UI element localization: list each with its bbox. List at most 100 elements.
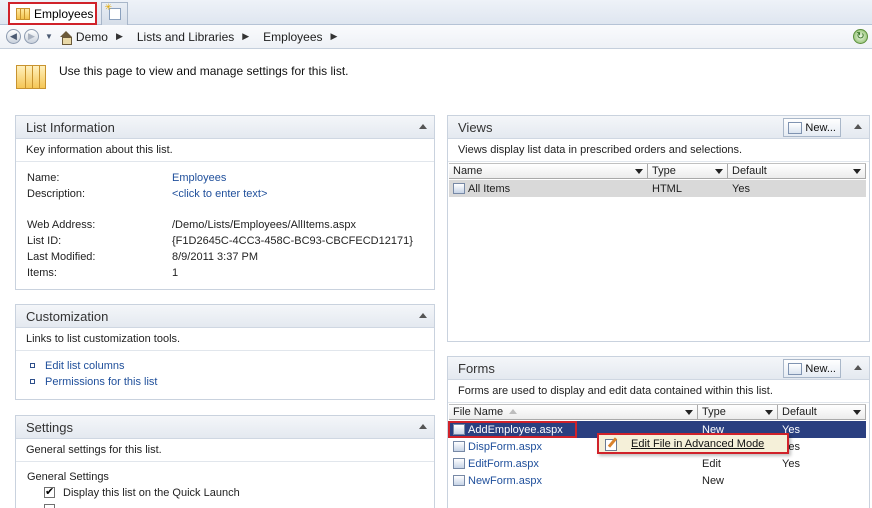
new-form-button[interactable]: New... [783,359,841,378]
panel-header: Views New... [448,116,869,139]
panel-title: Customization [26,308,109,324]
page-intro: Use this page to view and manage setting… [59,64,349,78]
chevron-right-icon[interactable]: ▶ [331,31,338,42]
panel-description: General settings for this list. [16,439,434,462]
highlight-box [8,2,97,25]
form-file-icon [453,440,465,452]
new-form-label: New... [805,362,836,375]
dropdown-icon[interactable] [715,169,723,174]
panel-title: List Information [26,119,115,135]
new-view-icon [788,121,803,134]
form-default: Yes [782,440,800,453]
breadcrumb-item-demo[interactable]: Demo [76,30,108,44]
form-default: Yes [782,423,800,436]
tab-employees[interactable]: Employees [8,2,97,25]
table-row[interactable]: All Items HTML Yes [449,180,866,197]
context-menu-label: Edit File in Advanced Mode [631,437,765,450]
collapse-icon[interactable] [419,313,427,318]
panel-title: Settings [26,419,73,435]
sort-up-icon [509,409,518,414]
column-header-type[interactable]: Type [698,405,778,419]
context-menu-edit-advanced[interactable]: Edit File in Advanced Mode [597,433,789,454]
chevron-right-icon[interactable]: ▶ [242,31,249,42]
dropdown-icon[interactable] [853,410,861,415]
collapse-icon[interactable] [419,424,427,429]
list-item[interactable]: Permissions for this list [30,376,157,388]
description-label: Description: [27,188,86,200]
dropdown-icon[interactable] [853,169,861,174]
panel-header: Settings [16,416,434,439]
view-icon [453,182,465,194]
panel-title: Views [458,119,493,135]
refresh-icon[interactable]: ↻ [853,29,868,44]
column-header-name[interactable]: Name [449,164,648,178]
view-default: Yes [732,182,750,195]
list-id-value: {F1D2645C-4CC3-458C-BC93-CBCFECD12171} [172,235,413,247]
view-type: HTML [652,182,682,195]
forms-grid-header: File Name Type Default [449,404,866,420]
column-header-default[interactable]: Default [778,405,866,419]
views-panel: Views New... Views display list data in … [447,115,870,342]
quick-launch-checkbox[interactable] [44,485,55,498]
panel-header: List Information [16,116,434,139]
settings-checkbox[interactable] [44,504,55,508]
permissions-link[interactable]: Permissions for this list [45,376,157,388]
panel-description: Views display list data in prescribed or… [448,139,869,162]
items-value: 1 [172,267,179,279]
history-dropdown-icon[interactable]: ▼ [45,32,53,41]
list-settings-icon [16,65,46,89]
dropdown-icon[interactable] [765,410,773,415]
form-file-icon [453,457,465,469]
form-type: New [702,474,725,487]
general-settings-label: General Settings [27,471,109,483]
name-value[interactable]: Employees [172,172,226,184]
bullet-icon [30,379,35,384]
description-value[interactable]: <click to enter text> [172,188,267,200]
column-header-default[interactable]: Default [728,164,866,178]
edit-list-columns-link[interactable]: Edit list columns [45,360,124,372]
panel-description: Links to list customization tools. [16,328,434,351]
list-item[interactable]: Edit list columns [30,360,124,372]
new-tab-button[interactable] [101,2,128,25]
form-type: Edit [702,457,721,470]
column-header-file-name[interactable]: File Name [449,405,698,419]
view-name: All Items [468,182,511,195]
new-view-label: New... [805,121,836,134]
panel-description: Forms are used to display and edit data … [448,380,869,403]
collapse-icon[interactable] [419,124,427,129]
quick-launch-label: Display this list on the Quick Launch [63,487,240,499]
settings-panel: Settings General settings for this list.… [15,415,435,508]
last-modified-value: 8/9/2011 3:37 PM [172,251,259,263]
collapse-icon[interactable] [854,365,862,370]
panel-title: Forms [458,360,495,376]
forward-button[interactable]: ▶ [24,29,39,44]
dropdown-icon[interactable] [685,410,693,415]
panel-description: Key information about this list. [16,139,434,162]
column-header-type[interactable]: Type [648,164,728,178]
settings-option [44,504,63,508]
form-file-name[interactable]: EditForm.aspx [468,458,539,470]
back-button[interactable]: ◀ [6,29,21,44]
web-address-value: /Demo/Lists/Employees/AllItems.aspx [172,219,357,231]
highlight-box [448,421,577,438]
chevron-right-icon[interactable]: ▶ [116,31,123,42]
bullet-icon [30,363,35,368]
new-form-icon [788,362,803,375]
edit-file-icon [605,437,619,451]
dropdown-icon[interactable] [635,169,643,174]
name-label: Name: [27,172,60,184]
form-file-name[interactable]: NewForm.aspx [468,475,542,487]
form-file-icon [453,474,465,486]
quick-launch-option: Display this list on the Quick Launch [44,485,240,499]
table-row[interactable]: EditForm.aspx Edit Yes [449,455,866,472]
home-icon [59,30,73,45]
new-view-button[interactable]: New... [783,118,841,137]
table-row[interactable]: NewForm.aspx New [449,472,866,489]
form-file-name[interactable]: DispForm.aspx [468,441,542,453]
customization-panel: Customization Links to list customizatio… [15,304,435,400]
breadcrumb-item-lists[interactable]: Lists and Libraries [137,30,234,44]
collapse-icon[interactable] [854,124,862,129]
panel-header: Customization [16,305,434,328]
form-default: Yes [782,457,800,470]
breadcrumb-item-employees[interactable]: Employees [263,30,322,44]
